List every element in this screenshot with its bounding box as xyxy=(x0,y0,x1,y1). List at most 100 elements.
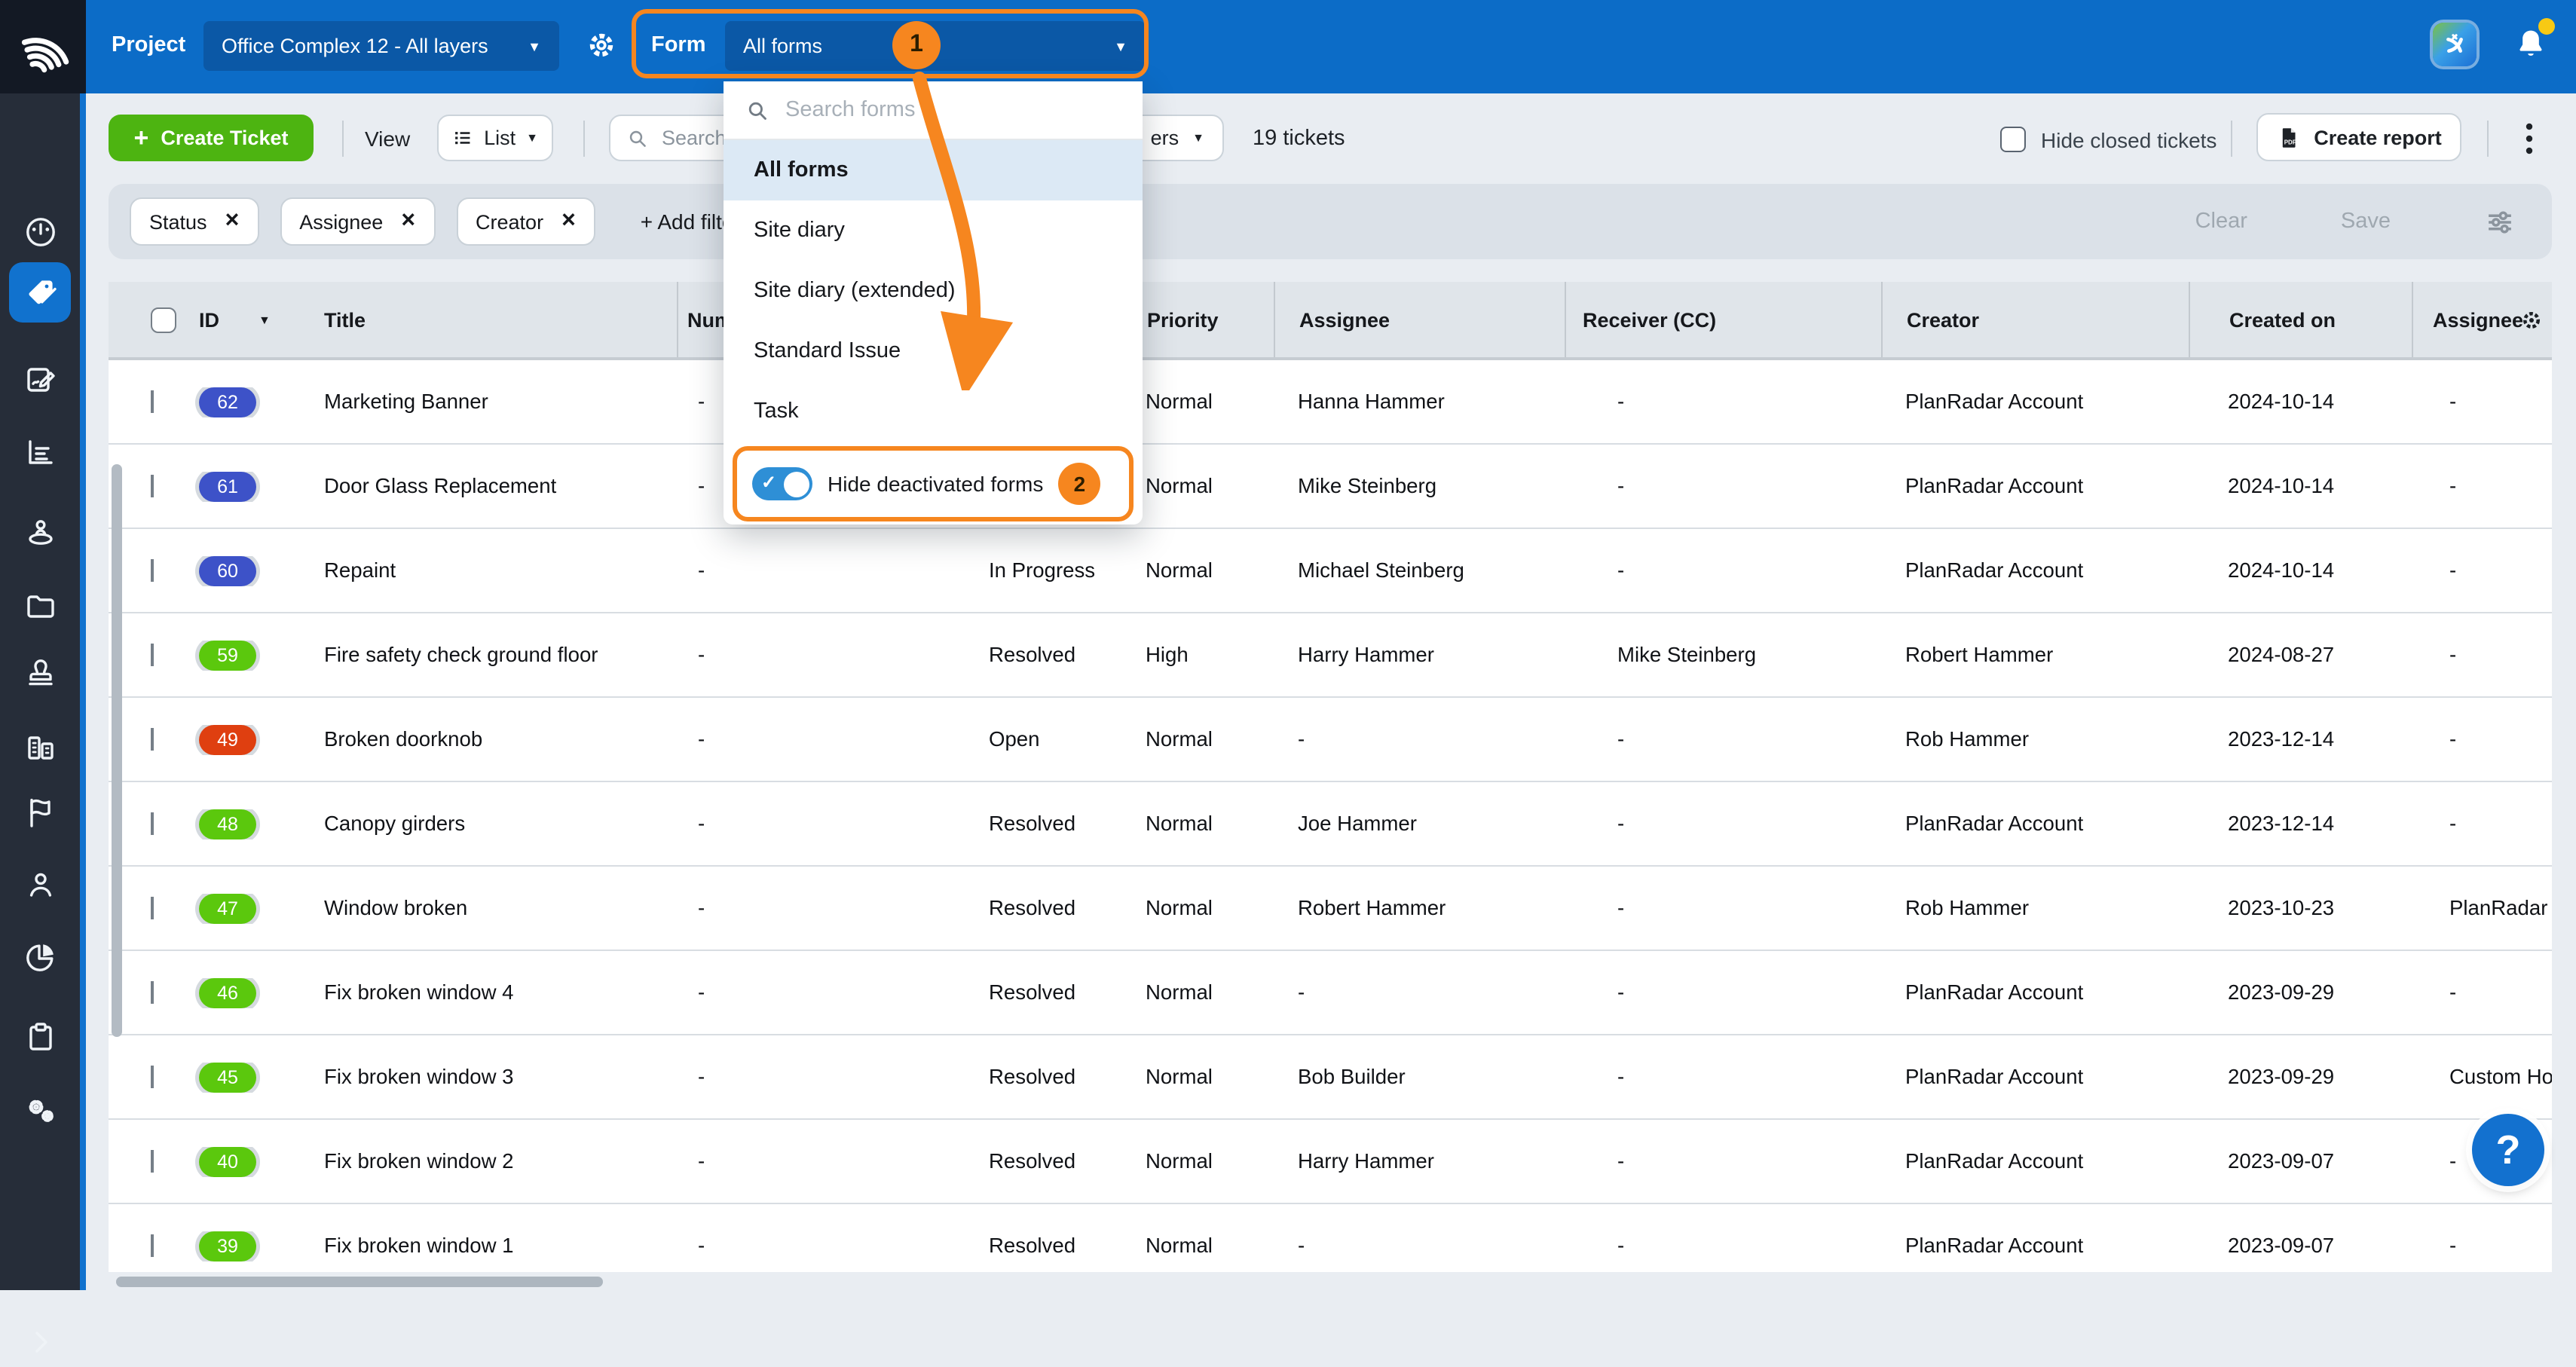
row-checkbox[interactable] xyxy=(151,728,154,751)
flag-icon[interactable] xyxy=(23,794,59,830)
stamp-icon[interactable] xyxy=(23,654,59,690)
form-option-standard-issue[interactable]: Standard Issue xyxy=(724,321,1143,381)
ticket-title[interactable]: Fix broken window 4 xyxy=(324,981,677,1004)
settings-gears-icon[interactable] xyxy=(23,1093,59,1129)
column-header-assigned[interactable]: Assignee xyxy=(2412,282,2552,357)
vertical-scrollbar[interactable] xyxy=(112,464,122,1037)
ticket-creator: PlanRadar Account xyxy=(1881,981,2189,1004)
ticket-status: Resolved xyxy=(974,1066,1134,1088)
table-row[interactable]: 47 Window broken - Resolved Normal Rober… xyxy=(109,867,2552,951)
help-button[interactable]: ? xyxy=(2472,1114,2544,1186)
save-filters-button[interactable]: Save xyxy=(2341,209,2391,234)
filter-chip-assignee[interactable]: Assignee × xyxy=(280,197,435,246)
table-row[interactable]: 49 Broken doorknob - Open Normal - - Rob… xyxy=(109,698,2552,782)
clipboard-icon[interactable] xyxy=(23,1019,59,1055)
column-header-created-on[interactable]: Created on xyxy=(2189,282,2412,357)
row-checkbox[interactable] xyxy=(151,559,154,582)
form-search-row[interactable] xyxy=(724,81,1143,140)
project-label: Project xyxy=(112,21,185,71)
row-checkbox[interactable] xyxy=(151,897,154,919)
site-presence-icon[interactable] xyxy=(23,514,59,550)
create-ticket-button[interactable]: + Create Ticket xyxy=(109,115,314,161)
toolbar-divider xyxy=(583,121,585,157)
project-dropdown[interactable]: Office Complex 12 - All layers ▼ xyxy=(203,21,559,71)
sidebar-expand-chevron-icon[interactable] xyxy=(23,1323,59,1359)
sidebar-item-tickets-active[interactable] xyxy=(9,262,71,323)
column-settings-gear-icon[interactable] xyxy=(2520,308,2543,331)
planradar-logo[interactable] xyxy=(0,0,86,93)
contacts-person-icon[interactable] xyxy=(23,867,59,903)
table-row[interactable]: 62 Marketing Banner - Normal Hanna Hamme… xyxy=(109,360,2552,445)
filter-settings-sliders-icon[interactable] xyxy=(2484,206,2516,237)
table-row[interactable]: 46 Fix broken window 4 - Resolved Normal… xyxy=(109,951,2552,1035)
hide-deactivated-toggle-on[interactable]: ✓ xyxy=(752,467,812,500)
ticket-status: In Progress xyxy=(974,559,1134,582)
ticket-title[interactable]: Fix broken window 2 xyxy=(324,1150,677,1173)
table-row[interactable]: 48 Canopy girders - Resolved Normal Joe … xyxy=(109,782,2552,867)
ticket-number: - xyxy=(677,559,974,582)
column-header-title[interactable]: Title xyxy=(324,282,677,357)
ticket-status: Resolved xyxy=(974,1234,1134,1257)
table-row[interactable]: 39 Fix broken window 1 - Resolved Normal… xyxy=(109,1204,2552,1272)
ticket-id-badge: 49 xyxy=(199,724,256,754)
filter-chip-status[interactable]: Status × xyxy=(130,197,259,246)
ticket-created-on: 2023-12-14 xyxy=(2189,728,2412,751)
column-header-creator[interactable]: Creator xyxy=(1881,282,2189,357)
row-checkbox[interactable] xyxy=(151,1234,154,1257)
close-icon[interactable]: × xyxy=(225,209,240,234)
close-icon[interactable]: × xyxy=(561,209,576,234)
table-row[interactable]: 61 Door Glass Replacement - Normal Mike … xyxy=(109,445,2552,529)
pie-chart-icon[interactable] xyxy=(23,939,59,975)
search-icon xyxy=(745,97,770,123)
app-switcher-icon[interactable] xyxy=(2433,23,2477,66)
ticket-title[interactable]: Fix broken window 1 xyxy=(324,1234,677,1257)
ticket-title[interactable]: Fix broken window 3 xyxy=(324,1066,677,1088)
row-checkbox[interactable] xyxy=(151,390,154,413)
form-option-site-diary-extended[interactable]: Site diary (extended) xyxy=(724,261,1143,321)
form-search-input[interactable] xyxy=(782,96,1121,124)
row-checkbox[interactable] xyxy=(151,812,154,835)
hide-closed-checkbox[interactable] xyxy=(2000,127,2026,152)
create-report-button[interactable]: PDF Create report xyxy=(2256,113,2461,161)
form-option-site-diary[interactable]: Site diary xyxy=(724,200,1143,261)
row-checkbox[interactable] xyxy=(151,1066,154,1088)
ticket-assigned: - xyxy=(2412,728,2552,751)
row-checkbox[interactable] xyxy=(151,475,154,497)
column-header-receiver[interactable]: Receiver (CC) xyxy=(1565,282,1881,357)
close-icon[interactable]: × xyxy=(401,209,415,234)
company-buildings-icon[interactable] xyxy=(23,728,59,764)
notifications-bell-icon[interactable] xyxy=(2511,24,2550,65)
hide-closed-tickets-control[interactable]: Hide closed tickets xyxy=(2000,127,2217,152)
row-checkbox[interactable] xyxy=(151,981,154,1004)
plans-icon[interactable] xyxy=(23,362,59,398)
form-option-all-forms[interactable]: All forms xyxy=(724,140,1143,200)
table-row[interactable]: 60 Repaint - In Progress Normal Michael … xyxy=(109,529,2552,613)
view-list-value: List xyxy=(484,127,516,149)
row-checkbox[interactable] xyxy=(151,644,154,666)
view-list-dropdown[interactable]: List ▼ xyxy=(437,115,553,161)
clear-filters-button[interactable]: Clear xyxy=(2195,209,2247,234)
horizontal-scrollbar[interactable] xyxy=(116,1277,603,1287)
table-row[interactable]: 59 Fire safety check ground floor - Reso… xyxy=(109,613,2552,698)
dashboard-icon[interactable] xyxy=(23,214,59,250)
column-header-id[interactable]: ID ▼ xyxy=(182,282,324,357)
filter-chip-creator[interactable]: Creator × xyxy=(456,197,595,246)
ticket-title[interactable]: Canopy girders xyxy=(324,812,677,835)
table-row[interactable]: 45 Fix broken window 3 - Resolved Normal… xyxy=(109,1035,2552,1120)
ticket-title[interactable]: Fire safety check ground floor xyxy=(324,644,677,666)
documents-folder-icon[interactable] xyxy=(23,588,59,624)
column-header-priority[interactable]: Priority xyxy=(1134,282,1274,357)
project-settings-gear-icon[interactable] xyxy=(585,29,618,62)
ticket-title[interactable]: Repaint xyxy=(324,559,677,582)
column-header-assignee[interactable]: Assignee xyxy=(1274,282,1565,357)
ticket-title[interactable]: Window broken xyxy=(324,897,677,919)
ticket-title[interactable]: Broken doorknob xyxy=(324,728,677,751)
statistics-icon[interactable] xyxy=(23,434,59,470)
ticket-title[interactable]: Marketing Banner xyxy=(324,390,677,413)
form-option-task[interactable]: Task xyxy=(724,381,1143,442)
row-checkbox[interactable] xyxy=(151,1150,154,1173)
more-options-kebab-icon[interactable] xyxy=(2519,118,2540,160)
table-row[interactable]: 40 Fix broken window 2 - Resolved Normal… xyxy=(109,1120,2552,1204)
ticket-title[interactable]: Door Glass Replacement xyxy=(324,475,677,497)
select-all-checkbox[interactable] xyxy=(151,307,176,332)
